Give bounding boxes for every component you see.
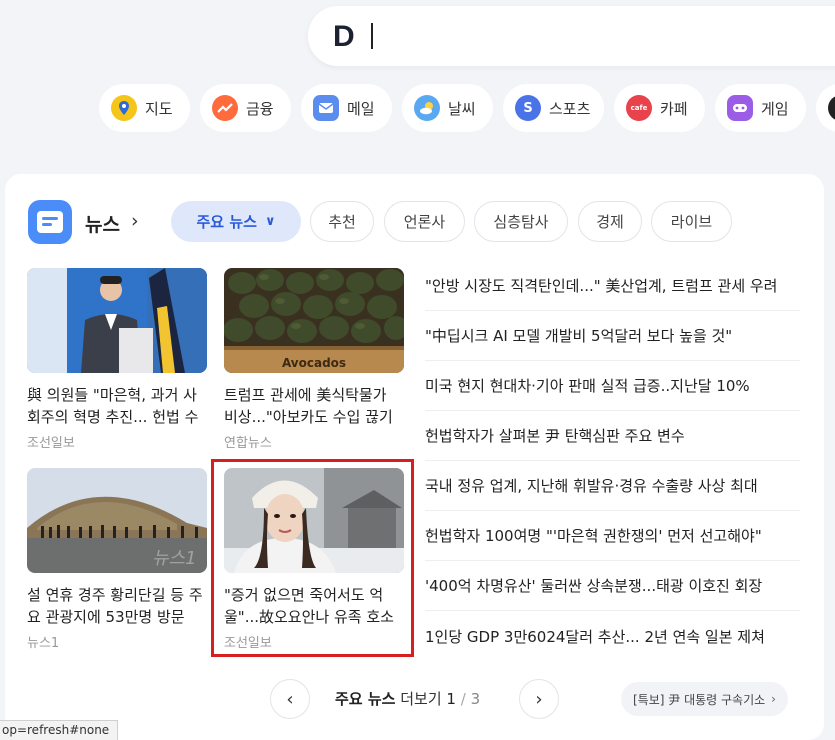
service-more[interactable] — [816, 84, 835, 132]
thumb-news-item[interactable]: 與 의원들 "마은혁, 과거 사회주의 혁명 추진... 헌법 수호 의지 없어… — [27, 268, 207, 451]
headline-item[interactable]: '400억 차명유산' 둘러싼 상속분쟁...태광 이호진 회장 — [425, 561, 800, 611]
chevron-right-icon: › — [535, 688, 543, 710]
cafe-icon: cafe — [626, 95, 652, 121]
search-caret — [371, 23, 373, 49]
headline-item[interactable]: 헌법학자가 살펴본 尹 탄핵심판 주요 변수 — [425, 411, 800, 461]
headline-item[interactable]: 미국 현지 현대차·기아 판매 실적 급증..지난달 10% — [425, 361, 800, 411]
tab-recommend[interactable]: 추천 — [310, 201, 374, 242]
tab-main-news[interactable]: 주요 뉴스 ∨ — [171, 201, 301, 242]
service-mail[interactable]: 메일 — [301, 84, 392, 132]
mail-icon — [313, 95, 339, 121]
tab-in-depth[interactable]: 심층탐사 — [474, 201, 568, 242]
service-map[interactable]: 지도 — [99, 84, 190, 132]
pager-status: 주요 뉴스 더보기 1 / 3 — [335, 690, 481, 708]
daum-logo: D — [333, 20, 355, 53]
sports-icon: S — [515, 95, 541, 121]
service-cafe[interactable]: cafe 카페 — [614, 84, 705, 132]
headline-list: "안방 시장도 직격탄인데..." 美산업계, 트럼프 관세 우려 "中딥시크 … — [425, 261, 800, 661]
news-section-title[interactable]: 뉴스 — [85, 210, 120, 237]
news-card: 뉴스 › 주요 뉴스 ∨ 추천 언론사 심층탐사 경제 라이브 與 의원들 "마… — [5, 174, 824, 740]
news-thumbnail[interactable]: 뉴스1 — [27, 468, 207, 573]
chart-up-icon — [212, 95, 238, 121]
news-source[interactable]: 연합뉴스 — [224, 432, 404, 451]
tab-live[interactable]: 라이브 — [651, 201, 732, 242]
thumb-news-item[interactable]: Avocados 트럼프 관세에 美식탁물가 비상..."아보카도 수입 끊기면… — [224, 268, 404, 451]
headline-item[interactable]: 국내 정유 업계, 지난해 휘발유·경유 수출량 사상 최대 — [425, 461, 800, 511]
thumb-crate-text: Avocados — [282, 356, 346, 370]
map-pin-icon — [111, 95, 137, 121]
headline-item[interactable]: "안방 시장도 직격탄인데..." 美산업계, 트럼프 관세 우려 — [425, 261, 800, 311]
news-thumbnail[interactable]: Avocados — [224, 268, 404, 373]
special-report-link[interactable]: [특보] 尹 대통령 구속기소 › — [621, 682, 788, 716]
service-game[interactable]: 게임 — [715, 84, 806, 132]
status-bar-url: op=refresh#none — [0, 720, 119, 740]
chevron-left-icon: ‹ — [286, 688, 294, 710]
search-box[interactable]: D — [308, 6, 835, 66]
news-source[interactable]: 조선일보 — [27, 432, 207, 451]
service-weather[interactable]: 날씨 — [402, 84, 493, 132]
news-icon — [28, 200, 72, 244]
headline-item[interactable]: 1인당 GDP 3만6024달러 추산... 2년 연속 일본 제쳐 — [425, 611, 800, 661]
tab-press[interactable]: 언론사 — [384, 201, 465, 242]
service-sports[interactable]: S 스포츠 — [503, 84, 604, 132]
service-shortcuts: 지도 금융 메일 날씨 S 스포츠 cafe 카페 게임 — [99, 84, 835, 132]
news-source[interactable]: 조선일보 — [224, 632, 404, 651]
game-icon — [727, 95, 753, 121]
service-finance[interactable]: 금융 — [200, 84, 291, 132]
chevron-down-icon: ∨ — [264, 214, 276, 229]
news-source[interactable]: 뉴스1 — [27, 632, 207, 651]
weather-icon — [414, 95, 440, 121]
thumb-watermark: 뉴스1 — [152, 548, 197, 569]
tab-economy[interactable]: 경제 — [578, 201, 642, 242]
prev-page-button[interactable]: ‹ — [270, 679, 310, 719]
thumb-news-item[interactable]: 뉴스1 설 연휴 경주 황리단길 등 주요 관광지에 53만명 방문 뉴스1 — [27, 468, 207, 651]
next-page-button[interactable]: › — [519, 679, 559, 719]
news-thumbnail[interactable] — [27, 268, 207, 373]
headline-item[interactable]: 헌법학자 100여명 "'마은혁 권한쟁의' 먼저 선고해야" — [425, 511, 800, 561]
chevron-right-icon: › — [771, 692, 776, 706]
news-thumbnail[interactable] — [224, 468, 404, 573]
headline-item[interactable]: "中딥시크 AI 모델 개발비 5억달러 보다 높을 것" — [425, 311, 800, 361]
chevron-right-icon[interactable]: › — [131, 210, 139, 232]
thumb-news-item[interactable]: "증거 없으면 죽어서도 억울"...故오요안나 유족 호소 조선일보 — [224, 468, 404, 651]
more-service-icon — [828, 95, 835, 121]
